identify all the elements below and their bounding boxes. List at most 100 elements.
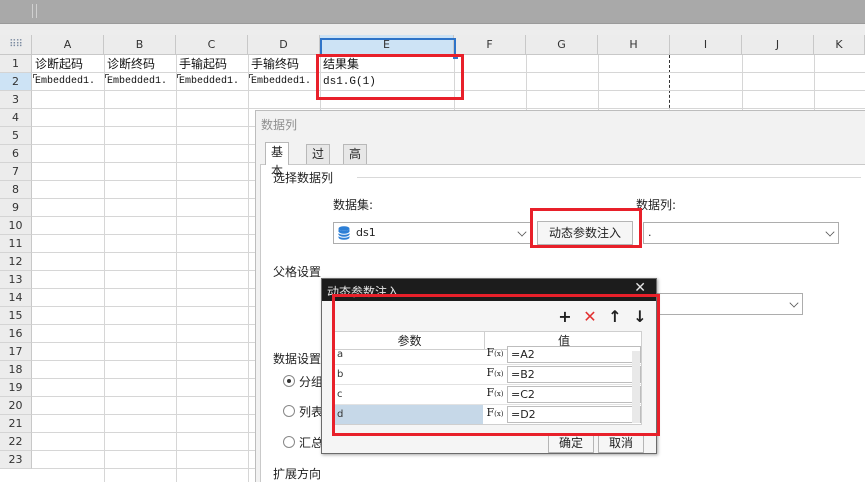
row-header[interactable]: 8 bbox=[0, 181, 32, 199]
parent-cell-select[interactable]: \ bbox=[643, 293, 803, 315]
param-value-input[interactable]: =D2 bbox=[507, 406, 641, 423]
delete-icon[interactable]: ✕ bbox=[581, 308, 599, 326]
column-header-b[interactable]: B bbox=[104, 35, 176, 55]
cell-marker bbox=[33, 74, 37, 78]
table-row[interactable]: b F(x) =B2 bbox=[335, 365, 641, 385]
formula-icon[interactable]: F(x) bbox=[485, 405, 505, 424]
arrow-down-icon[interactable]: ↓ bbox=[631, 308, 649, 326]
radio-list[interactable] bbox=[283, 405, 295, 417]
cell-a2[interactable]: Embedded1. bbox=[32, 73, 104, 91]
row-header[interactable]: 23 bbox=[0, 451, 32, 469]
fill-handle[interactable] bbox=[453, 54, 458, 59]
column-header-i[interactable]: I bbox=[670, 35, 742, 55]
tab-filter[interactable]: 过滤 bbox=[306, 144, 331, 180]
formula-icon[interactable]: F(x) bbox=[485, 365, 505, 384]
chevron-down-icon[interactable] bbox=[825, 227, 835, 237]
column-header-g[interactable]: G bbox=[526, 35, 598, 55]
radio-group[interactable] bbox=[283, 375, 295, 387]
formula-icon[interactable]: F(x) bbox=[485, 385, 505, 404]
row-header[interactable]: 18 bbox=[0, 361, 32, 379]
ok-button[interactable]: 确定 bbox=[548, 433, 594, 453]
cell-marker bbox=[177, 74, 181, 78]
formula-glyph: F bbox=[486, 346, 495, 359]
row-header[interactable]: 14 bbox=[0, 289, 32, 307]
param-value-input[interactable]: =A2 bbox=[507, 346, 641, 363]
formula-icon[interactable]: F(x) bbox=[485, 345, 505, 364]
row-header[interactable]: 13 bbox=[0, 271, 32, 289]
tab-basic[interactable]: 基本 bbox=[265, 142, 290, 178]
dynamic-param-inject-button[interactable]: 动态参数注入 bbox=[537, 221, 633, 245]
formula-glyph: F bbox=[486, 406, 495, 419]
cell-c2[interactable]: Embedded1. bbox=[176, 73, 248, 91]
formula-sub: (x) bbox=[494, 370, 504, 378]
row-header[interactable]: 1 bbox=[0, 55, 32, 73]
dataset-label: 数据集: bbox=[333, 198, 374, 212]
row-header[interactable]: 19 bbox=[0, 379, 32, 397]
row-header[interactable]: 6 bbox=[0, 145, 32, 163]
column-header-a[interactable]: A bbox=[32, 35, 104, 55]
row-header[interactable]: 22 bbox=[0, 433, 32, 451]
cell-e2[interactable]: ds1.G(1) bbox=[320, 73, 454, 91]
dialog-title: 数据列 bbox=[261, 118, 298, 132]
arrow-up-icon[interactable]: ↑ bbox=[606, 308, 624, 326]
tab-advanced[interactable]: 高级 bbox=[343, 144, 368, 180]
toolbar-grip[interactable] bbox=[36, 4, 37, 18]
column-header-k[interactable]: K bbox=[814, 35, 865, 55]
cell-d2[interactable]: Embedded1. bbox=[248, 73, 320, 91]
param-name[interactable]: b bbox=[335, 365, 483, 384]
row-header[interactable]: 11 bbox=[0, 235, 32, 253]
table-row[interactable]: d F(x) =D2 bbox=[335, 405, 641, 424]
row-header[interactable]: 20 bbox=[0, 397, 32, 415]
radio-summary-label: 汇总 bbox=[299, 436, 324, 450]
column-header-c[interactable]: C bbox=[176, 35, 248, 55]
cell-b1[interactable]: 诊断终码 bbox=[104, 55, 176, 73]
cell-c1[interactable]: 手输起码 bbox=[176, 55, 248, 73]
active-cell-selection[interactable] bbox=[320, 38, 458, 59]
param-name[interactable]: c bbox=[335, 385, 483, 404]
table-row[interactable]: a F(x) =A2 bbox=[335, 345, 641, 365]
cell-d1[interactable]: 手输终码 bbox=[248, 55, 320, 73]
column-header-h[interactable]: H bbox=[598, 35, 670, 55]
cell-a1[interactable]: 诊断起码 bbox=[32, 55, 104, 73]
radio-list-label: 列表 bbox=[299, 405, 324, 419]
vertical-scrollbar[interactable] bbox=[632, 351, 640, 423]
chevron-down-icon[interactable] bbox=[789, 298, 799, 308]
column-header-j[interactable]: J bbox=[742, 35, 814, 55]
cell-c2-text: Embedded1. bbox=[179, 76, 240, 87]
column-header-f[interactable]: F bbox=[454, 35, 526, 55]
cell-b2[interactable]: Embedded1. bbox=[104, 73, 176, 91]
row-header[interactable]: 7 bbox=[0, 163, 32, 181]
row-header[interactable]: 21 bbox=[0, 415, 32, 433]
add-icon[interactable]: + bbox=[556, 308, 574, 326]
row-header[interactable]: 5 bbox=[0, 127, 32, 145]
row-header[interactable]: 17 bbox=[0, 343, 32, 361]
row-header[interactable]: 10 bbox=[0, 217, 32, 235]
param-name[interactable]: a bbox=[335, 345, 483, 364]
grid-line bbox=[176, 55, 177, 482]
cell-d2-text: Embedded1. bbox=[251, 76, 312, 87]
row-header[interactable]: 2 bbox=[0, 73, 32, 91]
table-row[interactable]: c F(x) =C2 bbox=[335, 385, 641, 405]
dataset-select[interactable]: ds1 bbox=[333, 222, 531, 244]
row-header[interactable]: 12 bbox=[0, 253, 32, 271]
toolbar-grip[interactable] bbox=[32, 4, 33, 18]
row-header[interactable]: 3 bbox=[0, 91, 32, 109]
data-column-value: . bbox=[648, 226, 652, 239]
data-column-select[interactable]: . bbox=[643, 222, 839, 244]
chevron-down-icon[interactable] bbox=[517, 227, 527, 237]
param-value-input[interactable]: =B2 bbox=[507, 366, 641, 383]
select-all-corner[interactable]: ⠿⠿ bbox=[0, 35, 32, 55]
database-icon bbox=[338, 226, 350, 240]
row-header[interactable]: 15 bbox=[0, 307, 32, 325]
param-value-input[interactable]: =C2 bbox=[507, 386, 641, 403]
dataset-value: ds1 bbox=[356, 226, 376, 239]
row-header[interactable]: 9 bbox=[0, 199, 32, 217]
row-header[interactable]: 4 bbox=[0, 109, 32, 127]
close-icon[interactable]: ✕ bbox=[634, 280, 646, 296]
param-name[interactable]: d bbox=[335, 405, 483, 424]
radio-summary[interactable] bbox=[283, 436, 295, 448]
cell-e1[interactable]: 结果集 bbox=[320, 55, 454, 73]
row-header[interactable]: 16 bbox=[0, 325, 32, 343]
column-header-d[interactable]: D bbox=[248, 35, 320, 55]
cancel-button[interactable]: 取消 bbox=[598, 433, 644, 453]
